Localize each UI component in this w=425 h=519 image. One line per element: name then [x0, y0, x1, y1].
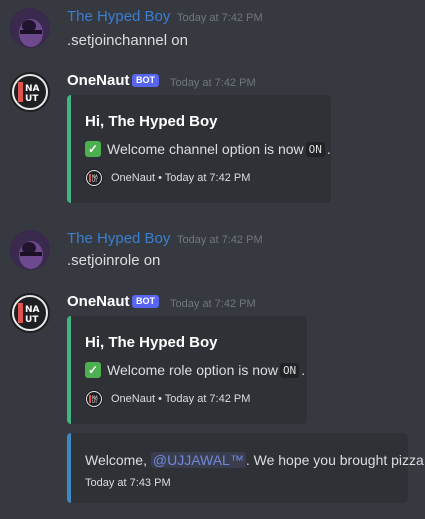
onenaut-logo-icon: NA UT [10, 72, 50, 112]
white-check-mark-icon: ✓ [85, 362, 101, 378]
user-avatar[interactable] [10, 230, 50, 270]
embed-footer: NA UT OneNaut • Today at 7:42 PM [85, 390, 250, 408]
embed-description: ✓ Welcome channel option is now ON . [85, 141, 331, 157]
message-content: .setjoinchannel on [67, 32, 188, 49]
embed-description: ✓ Welcome role option is now ON . [85, 362, 305, 378]
bot-tag: BOT [132, 295, 159, 308]
white-check-mark-icon: ✓ [85, 141, 101, 157]
code-inline: ON [279, 362, 300, 378]
timestamp: Today at 7:42 PM [177, 12, 263, 24]
bot-avatar[interactable]: NA UT [10, 72, 50, 112]
svg-text:UT: UT [25, 94, 39, 104]
username[interactable]: The Hyped Boy [67, 230, 170, 247]
svg-text:UT: UT [92, 399, 98, 404]
embed-footer: Today at 7:43 PM [85, 477, 171, 489]
svg-text:NA: NA [25, 305, 40, 315]
timestamp: Today at 7:42 PM [170, 298, 256, 310]
user-mention[interactable]: @UJJAWAL™ [150, 452, 246, 468]
onenaut-logo-icon: NA UT [10, 293, 50, 333]
embed: Hi, The Hyped Boy ✓ Welcome role option … [67, 316, 307, 424]
bot-avatar[interactable]: NA UT [10, 293, 50, 333]
embed-title: Hi, The Hyped Boy [85, 334, 218, 351]
message-content: .setjoinrole on [67, 252, 161, 269]
username[interactable]: OneNaut [67, 293, 130, 310]
welcome-message: Welcome, @UJJAWAL™ . We hope you brought… [85, 452, 425, 468]
bot-tag: BOT [132, 74, 159, 87]
timestamp: Today at 7:42 PM [170, 77, 256, 89]
onenaut-logo-icon: NA UT [85, 169, 103, 187]
user-avatar[interactable] [10, 8, 50, 48]
embed-title: Hi, The Hyped Boy [85, 113, 218, 130]
svg-text:NA: NA [25, 84, 40, 94]
onenaut-logo-icon: NA UT [85, 390, 103, 408]
svg-text:UT: UT [92, 178, 98, 183]
timestamp: Today at 7:42 PM [177, 234, 263, 246]
code-inline: ON [305, 141, 325, 157]
user-avatar-icon [10, 230, 50, 270]
embed: Hi, The Hyped Boy ✓ Welcome channel opti… [67, 95, 331, 203]
welcome-embed: Welcome, @UJJAWAL™ . We hope you brought… [67, 433, 425, 503]
user-avatar-icon [10, 8, 50, 48]
svg-text:UT: UT [25, 315, 39, 325]
username[interactable]: OneNaut [67, 72, 130, 89]
embed-footer: NA UT OneNaut • Today at 7:42 PM [85, 169, 250, 187]
username[interactable]: The Hyped Boy [67, 8, 170, 25]
